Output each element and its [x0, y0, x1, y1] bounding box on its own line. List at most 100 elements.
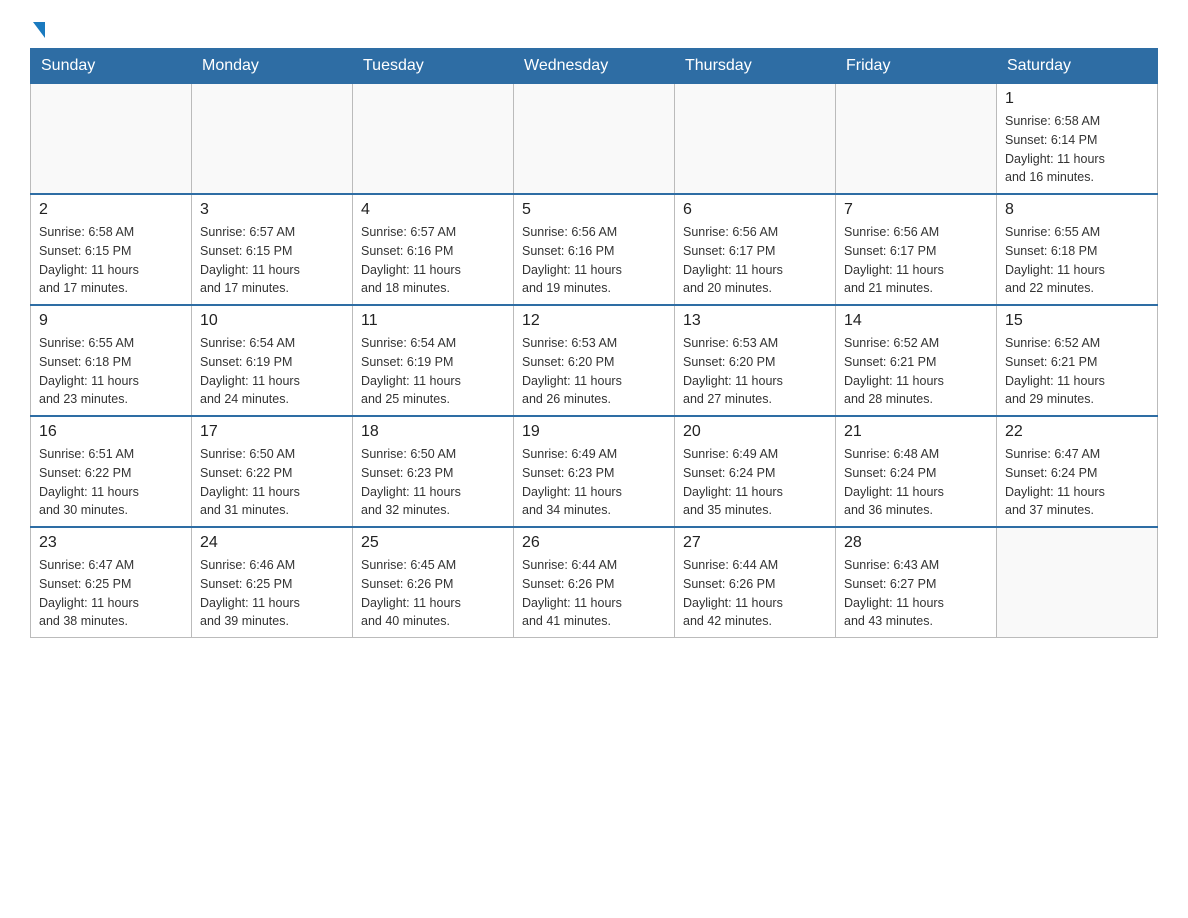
day-info: Sunrise: 6:52 AMSunset: 6:21 PMDaylight:…	[1005, 334, 1149, 409]
day-number: 4	[361, 201, 505, 219]
day-number: 2	[39, 201, 183, 219]
day-info: Sunrise: 6:53 AMSunset: 6:20 PMDaylight:…	[522, 334, 666, 409]
day-number: 16	[39, 423, 183, 441]
calendar-cell: 21 Sunrise: 6:48 AMSunset: 6:24 PMDayligh…	[836, 416, 997, 527]
day-info: Sunrise: 6:45 AMSunset: 6:26 PMDaylight:…	[361, 556, 505, 631]
day-number: 20	[683, 423, 827, 441]
calendar-cell: 3 Sunrise: 6:57 AMSunset: 6:15 PMDaylight…	[192, 194, 353, 305]
calendar-cell: 16 Sunrise: 6:51 AMSunset: 6:22 PMDayligh…	[31, 416, 192, 527]
calendar-cell	[31, 84, 192, 195]
day-info: Sunrise: 6:53 AMSunset: 6:20 PMDaylight:…	[683, 334, 827, 409]
calendar-cell: 1Sunrise: 6:58 AMSunset: 6:14 PMDaylight…	[997, 84, 1158, 195]
day-info: Sunrise: 6:44 AMSunset: 6:26 PMDaylight:…	[522, 556, 666, 631]
logo	[30, 20, 56, 36]
header-sunday: Sunday	[31, 49, 192, 84]
day-info: Sunrise: 6:50 AMSunset: 6:23 PMDaylight:…	[361, 445, 505, 520]
day-info: Sunrise: 6:54 AMSunset: 6:19 PMDaylight:…	[200, 334, 344, 409]
day-number: 28	[844, 534, 988, 552]
calendar-cell: 14Sunrise: 6:52 AMSunset: 6:21 PMDayligh…	[836, 305, 997, 416]
day-number: 21	[844, 423, 988, 441]
calendar-cell	[192, 84, 353, 195]
calendar-cell: 25 Sunrise: 6:45 AMSunset: 6:26 PMDayligh…	[353, 527, 514, 638]
day-info: Sunrise: 6:46 AMSunset: 6:25 PMDaylight:…	[200, 556, 344, 631]
header-wednesday: Wednesday	[514, 49, 675, 84]
day-number: 19	[522, 423, 666, 441]
day-info: Sunrise: 6:56 AMSunset: 6:17 PMDaylight:…	[683, 223, 827, 298]
day-info: Sunrise: 6:43 AMSunset: 6:27 PMDaylight:…	[844, 556, 988, 631]
calendar-cell: 19 Sunrise: 6:49 AMSunset: 6:23 PMDayligh…	[514, 416, 675, 527]
calendar-week-row: 1Sunrise: 6:58 AMSunset: 6:14 PMDaylight…	[31, 84, 1158, 195]
day-info: Sunrise: 6:55 AMSunset: 6:18 PMDaylight:…	[1005, 223, 1149, 298]
header-thursday: Thursday	[675, 49, 836, 84]
day-number: 9	[39, 312, 183, 330]
day-info: Sunrise: 6:47 AMSunset: 6:25 PMDaylight:…	[39, 556, 183, 631]
day-number: 3	[200, 201, 344, 219]
calendar-cell: 2 Sunrise: 6:58 AMSunset: 6:15 PMDaylight…	[31, 194, 192, 305]
calendar-table: SundayMondayTuesdayWednesdayThursdayFrid…	[30, 48, 1158, 638]
day-number: 7	[844, 201, 988, 219]
calendar-cell: 12 Sunrise: 6:53 AMSunset: 6:20 PMDayligh…	[514, 305, 675, 416]
day-number: 23	[39, 534, 183, 552]
day-number: 26	[522, 534, 666, 552]
calendar-cell: 22 Sunrise: 6:47 AMSunset: 6:24 PMDayligh…	[997, 416, 1158, 527]
day-info: Sunrise: 6:58 AMSunset: 6:15 PMDaylight:…	[39, 223, 183, 298]
logo-triangle-icon	[33, 22, 45, 38]
calendar-cell: 15 Sunrise: 6:52 AMSunset: 6:21 PMDayligh…	[997, 305, 1158, 416]
calendar-cell: 20 Sunrise: 6:49 AMSunset: 6:24 PMDayligh…	[675, 416, 836, 527]
header-tuesday: Tuesday	[353, 49, 514, 84]
day-info: Sunrise: 6:52 AMSunset: 6:21 PMDaylight:…	[844, 334, 988, 409]
calendar-cell: 27 Sunrise: 6:44 AMSunset: 6:26 PMDayligh…	[675, 527, 836, 638]
calendar-cell: 17 Sunrise: 6:50 AMSunset: 6:22 PMDayligh…	[192, 416, 353, 527]
day-info: Sunrise: 6:57 AMSunset: 6:16 PMDaylight:…	[361, 223, 505, 298]
day-info: Sunrise: 6:56 AMSunset: 6:17 PMDaylight:…	[844, 223, 988, 298]
calendar-cell: 23 Sunrise: 6:47 AMSunset: 6:25 PMDayligh…	[31, 527, 192, 638]
day-info: Sunrise: 6:49 AMSunset: 6:23 PMDaylight:…	[522, 445, 666, 520]
day-number: 27	[683, 534, 827, 552]
day-info: Sunrise: 6:49 AMSunset: 6:24 PMDaylight:…	[683, 445, 827, 520]
day-number: 5	[522, 201, 666, 219]
day-info: Sunrise: 6:50 AMSunset: 6:22 PMDaylight:…	[200, 445, 344, 520]
calendar-cell: 8Sunrise: 6:55 AMSunset: 6:18 PMDaylight…	[997, 194, 1158, 305]
day-info: Sunrise: 6:48 AMSunset: 6:24 PMDaylight:…	[844, 445, 988, 520]
day-info: Sunrise: 6:58 AMSunset: 6:14 PMDaylight:…	[1005, 112, 1149, 187]
calendar-cell: 13 Sunrise: 6:53 AMSunset: 6:20 PMDayligh…	[675, 305, 836, 416]
day-number: 12	[522, 312, 666, 330]
calendar-cell	[997, 527, 1158, 638]
calendar-cell: 18 Sunrise: 6:50 AMSunset: 6:23 PMDayligh…	[353, 416, 514, 527]
calendar-cell: 5 Sunrise: 6:56 AMSunset: 6:16 PMDaylight…	[514, 194, 675, 305]
calendar-cell: 26 Sunrise: 6:44 AMSunset: 6:26 PMDayligh…	[514, 527, 675, 638]
calendar-cell	[353, 84, 514, 195]
calendar-cell: 28 Sunrise: 6:43 AMSunset: 6:27 PMDayligh…	[836, 527, 997, 638]
day-number: 13	[683, 312, 827, 330]
calendar-week-row: 2 Sunrise: 6:58 AMSunset: 6:15 PMDaylight…	[31, 194, 1158, 305]
day-info: Sunrise: 6:51 AMSunset: 6:22 PMDaylight:…	[39, 445, 183, 520]
calendar-cell: 4 Sunrise: 6:57 AMSunset: 6:16 PMDaylight…	[353, 194, 514, 305]
day-number: 15	[1005, 312, 1149, 330]
header-friday: Friday	[836, 49, 997, 84]
day-number: 24	[200, 534, 344, 552]
calendar-cell	[675, 84, 836, 195]
calendar-cell	[836, 84, 997, 195]
calendar-cell: 9Sunrise: 6:55 AMSunset: 6:18 PMDaylight…	[31, 305, 192, 416]
calendar-cell	[514, 84, 675, 195]
calendar-cell: 11Sunrise: 6:54 AMSunset: 6:19 PMDayligh…	[353, 305, 514, 416]
page-header	[30, 20, 1158, 36]
day-info: Sunrise: 6:54 AMSunset: 6:19 PMDaylight:…	[361, 334, 505, 409]
calendar-header-row: SundayMondayTuesdayWednesdayThursdayFrid…	[31, 49, 1158, 84]
header-saturday: Saturday	[997, 49, 1158, 84]
calendar-cell: 24 Sunrise: 6:46 AMSunset: 6:25 PMDayligh…	[192, 527, 353, 638]
calendar-cell: 7 Sunrise: 6:56 AMSunset: 6:17 PMDaylight…	[836, 194, 997, 305]
calendar-cell: 6 Sunrise: 6:56 AMSunset: 6:17 PMDaylight…	[675, 194, 836, 305]
day-number: 17	[200, 423, 344, 441]
day-number: 22	[1005, 423, 1149, 441]
day-number: 18	[361, 423, 505, 441]
day-info: Sunrise: 6:57 AMSunset: 6:15 PMDaylight:…	[200, 223, 344, 298]
day-info: Sunrise: 6:47 AMSunset: 6:24 PMDaylight:…	[1005, 445, 1149, 520]
day-number: 25	[361, 534, 505, 552]
day-number: 6	[683, 201, 827, 219]
header-monday: Monday	[192, 49, 353, 84]
day-info: Sunrise: 6:56 AMSunset: 6:16 PMDaylight:…	[522, 223, 666, 298]
day-info: Sunrise: 6:44 AMSunset: 6:26 PMDaylight:…	[683, 556, 827, 631]
calendar-cell: 10 Sunrise: 6:54 AMSunset: 6:19 PMDayligh…	[192, 305, 353, 416]
day-number: 10	[200, 312, 344, 330]
